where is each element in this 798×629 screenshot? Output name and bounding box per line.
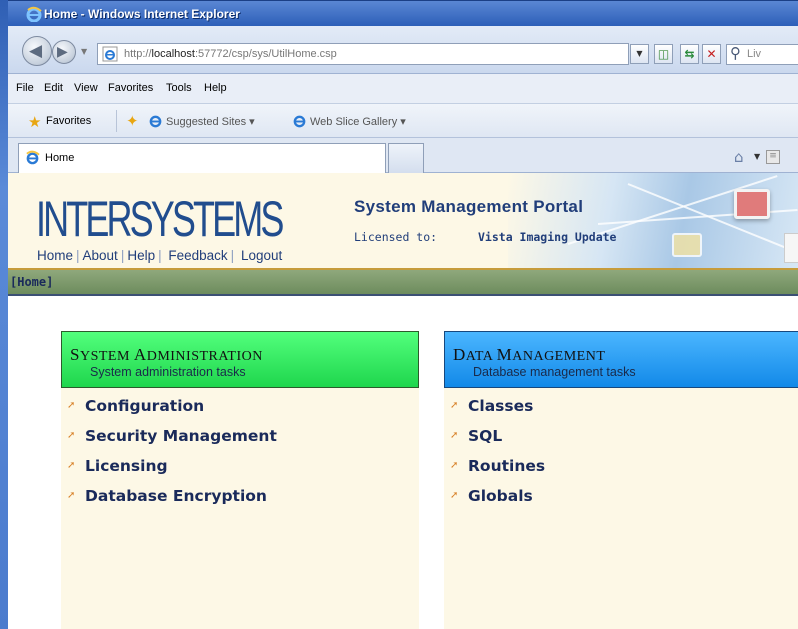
feeds-icon[interactable]: ≡ xyxy=(766,150,780,164)
monitor-graphic xyxy=(734,189,770,219)
recent-pages-dropdown[interactable]: ▼ xyxy=(81,47,87,56)
arrow-bullet-icon: ➚ xyxy=(450,460,459,471)
panel-title: SYSTEM ADMINISTRATION xyxy=(70,345,263,364)
panel-subtitle: Database management tasks xyxy=(473,365,636,379)
refresh-button[interactable]: ⇆ xyxy=(680,44,699,64)
favorites-bar: ★ Favorites ✦ Suggested Sites ▾ Web Slic… xyxy=(8,104,798,138)
nav-feedback-link[interactable]: Feedback xyxy=(168,248,227,263)
new-tab-button[interactable] xyxy=(388,143,424,173)
arrow-bullet-icon: ➚ xyxy=(67,490,76,501)
address-toolbar: ◀ ▶ ▼ http://localhost:57772/csp/sys/Uti… xyxy=(8,26,798,74)
page-content: INTERSYSTEMS Home | About | Help | Feedback | … xyxy=(8,173,798,629)
monitor-graphic xyxy=(672,233,702,257)
panel-title: DATA MANAGEMENT xyxy=(453,345,606,364)
arrow-bullet-icon: ➚ xyxy=(450,400,459,411)
menu-favorites[interactable]: Favorites xyxy=(108,82,153,94)
tab-row: Home ⌂ ▼ ≡ xyxy=(8,138,798,173)
portal-nav: Home | About | Help | Feedback | Logout xyxy=(37,248,283,263)
window-title: Home - Windows Internet Explorer xyxy=(44,7,240,21)
nav-home-link[interactable]: Home xyxy=(37,248,73,263)
menu-view[interactable]: View xyxy=(74,82,98,94)
license-label: Licensed to: xyxy=(354,230,438,244)
home-icon[interactable]: ⌂ xyxy=(734,148,744,166)
favorites-button[interactable]: Favorites xyxy=(46,115,91,127)
arrow-bullet-icon: ➚ xyxy=(450,490,459,501)
menu-help[interactable]: Help xyxy=(204,82,227,94)
ie-page-icon xyxy=(149,115,162,128)
add-to-favorites-icon[interactable]: ✦ xyxy=(126,112,139,130)
forward-arrow-icon: ▶ xyxy=(57,44,68,60)
arrow-bullet-icon: ➚ xyxy=(67,400,76,411)
license-value: Vista Imaging Update xyxy=(478,230,617,244)
favorites-separator xyxy=(116,110,117,132)
tab-home[interactable]: Home xyxy=(18,143,386,173)
compatibility-view-button[interactable]: ◫ xyxy=(654,44,673,64)
back-arrow-icon: ◀ xyxy=(29,41,43,61)
menu-bar: File Edit View Favorites Tools Help xyxy=(8,74,798,104)
menu-tools[interactable]: Tools xyxy=(166,82,192,94)
refresh-icon: ⇆ xyxy=(684,47,695,61)
ie-tab-icon xyxy=(26,150,40,165)
url-text: http://localhost:57772/csp/sys/UtilHome.… xyxy=(124,48,337,60)
nav-about-link[interactable]: About xyxy=(83,248,118,263)
arrow-bullet-icon: ➚ xyxy=(67,460,76,471)
portal-title: System Management Portal xyxy=(354,197,584,216)
data-management-panel: DATA MANAGEMENT Database management task… xyxy=(444,331,798,629)
window-frame-left xyxy=(0,0,8,629)
menu-edit[interactable]: Edit xyxy=(44,82,63,94)
address-dropdown-button[interactable]: ▼ xyxy=(630,44,649,64)
stop-icon: ✕ xyxy=(706,47,717,61)
browser-window: Home - Windows Internet Explorer ◀ ▶ ▼ h… xyxy=(8,0,798,629)
breadcrumb-bar: [Home] xyxy=(8,270,798,296)
address-field[interactable]: http://localhost:57772/csp/sys/UtilHome.… xyxy=(97,43,629,65)
search-icon: ⚲ xyxy=(730,44,741,62)
panel-header: DATA MANAGEMENT Database management task… xyxy=(444,331,798,388)
arrow-bullet-icon: ➚ xyxy=(450,430,459,441)
title-bar[interactable]: Home - Windows Internet Explorer xyxy=(8,0,798,26)
breadcrumb-home[interactable]: [Home] xyxy=(10,275,53,289)
compatibility-icon: ◫ xyxy=(657,47,670,61)
menu-file[interactable]: File xyxy=(16,82,34,94)
server-graphic xyxy=(784,233,798,263)
search-placeholder: Liv xyxy=(747,48,762,60)
home-dropdown[interactable]: ▼ xyxy=(754,152,760,161)
search-field[interactable]: ⚲ Liv xyxy=(726,44,798,65)
nav-logout-link[interactable]: Logout xyxy=(241,248,282,263)
panel-header: SYSTEM ADMINISTRATION System administrat… xyxy=(61,331,419,388)
tab-label: Home xyxy=(45,152,75,164)
arrow-bullet-icon: ➚ xyxy=(67,430,76,441)
ie-logo-icon xyxy=(26,6,42,22)
web-slice-gallery-link[interactable]: Web Slice Gallery ▾ xyxy=(310,115,406,128)
stop-button[interactable]: ✕ xyxy=(702,44,721,64)
nav-help-link[interactable]: Help xyxy=(127,248,155,263)
panel-subtitle: System administration tasks xyxy=(90,365,246,379)
suggested-sites-link[interactable]: Suggested Sites ▾ xyxy=(166,115,255,128)
intersystems-logo: INTERSYSTEMS xyxy=(36,191,284,247)
forward-button[interactable]: ▶ xyxy=(52,40,76,64)
back-button[interactable]: ◀ xyxy=(22,36,52,66)
system-administration-panel: SYSTEM ADMINISTRATION System administrat… xyxy=(61,331,419,629)
header-artwork xyxy=(508,173,798,268)
favorites-star-icon[interactable]: ★ xyxy=(28,113,41,131)
portal-header: INTERSYSTEMS Home | About | Help | Feedback | … xyxy=(8,173,798,268)
ie-page-icon xyxy=(293,115,306,128)
ie-page-icon xyxy=(102,46,118,62)
